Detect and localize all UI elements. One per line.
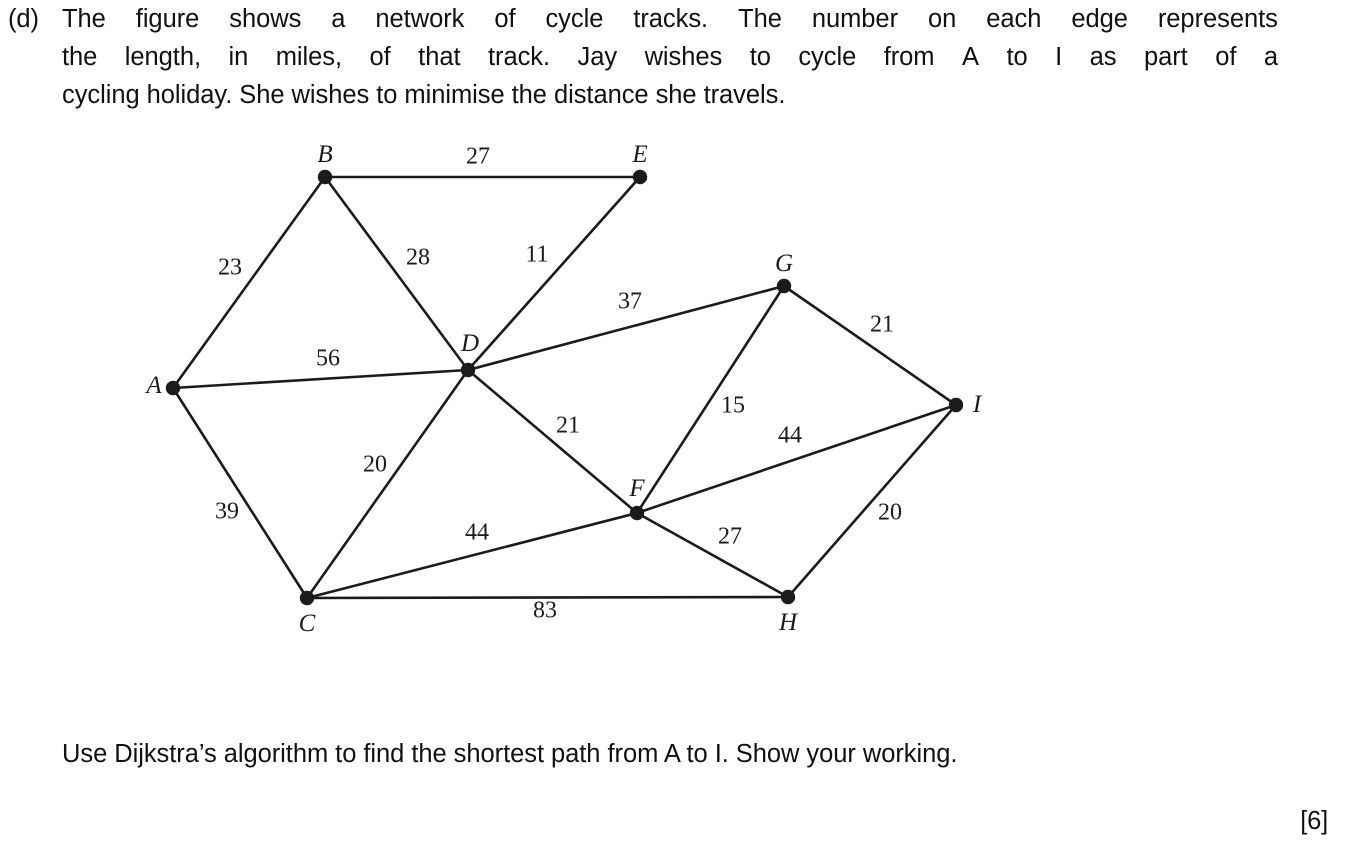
- vertex-label-b: B: [317, 141, 333, 168]
- edge-weight-f-h: 27: [718, 523, 742, 550]
- edge-weight-b-d: 28: [406, 244, 430, 271]
- graph-edge-a-b: [171, 175, 327, 390]
- graph-node-c: [299, 590, 315, 606]
- graph-edge-lines: [171, 175, 958, 600]
- graph-node-g: [776, 278, 792, 294]
- graph-edge-a-c: [171, 386, 309, 600]
- graph-edge-f-h: [635, 511, 790, 599]
- graph-node-e: [632, 169, 648, 185]
- vertex-label-i: I: [972, 391, 982, 418]
- question-part-marker: (d): [8, 5, 39, 33]
- graph-node-f: [629, 505, 645, 521]
- vertex-label-f: F: [629, 475, 645, 502]
- edge-weight-a-b: 23: [218, 254, 242, 281]
- edge-weight-h-i: 20: [878, 499, 902, 526]
- graph-edge-d-f: [466, 368, 639, 515]
- stem-line-3: cycling holiday. She wishes to minimise …: [62, 81, 786, 109]
- graph-node-dots: [165, 169, 964, 606]
- edge-weight-d-g: 37: [618, 288, 642, 315]
- question-stem: (d) The figure shows a network of cycle tracks.…: [0, 0, 1354, 114]
- vertex-label-g: G: [774, 250, 794, 277]
- vertex-label-d: D: [460, 330, 480, 357]
- vertex-label-h: H: [778, 609, 798, 636]
- graph-node-i: [948, 397, 964, 413]
- edge-weight-c-f: 44: [465, 519, 489, 546]
- graph-edge-g-i: [782, 284, 958, 407]
- graph-edge-a-d: [171, 368, 470, 390]
- graph-edge-b-d: [323, 175, 470, 372]
- graph-node-d: [460, 362, 476, 378]
- edge-weight-g-i: 21: [870, 311, 894, 338]
- edge-weight-d-f: 21: [556, 412, 580, 439]
- marks-allocation: [6]: [1300, 807, 1328, 835]
- vertex-label-e: E: [632, 141, 648, 168]
- edge-weight-c-h: 83: [533, 597, 557, 624]
- vertex-label-a: A: [146, 372, 162, 399]
- graph-node-h: [780, 589, 796, 605]
- dijkstra-instruction-text: Use Dijkstra’s algorithm to find the sho…: [62, 740, 958, 768]
- edge-weight-a-d: 56: [316, 345, 340, 372]
- edge-weight-b-e: 27: [466, 143, 490, 170]
- cycle-track-network-figure: A B C D E F G H I 23 39 56 27 28 20 44 83 11 37 21 15 44 27 21…: [0, 130, 1060, 650]
- edge-weight-c-d: 20: [363, 451, 387, 478]
- edge-weight-f-i: 44: [778, 422, 802, 449]
- question-stem-row: (d) The figure shows a network of cycle tracks.…: [0, 0, 1354, 114]
- graph-node-a: [165, 380, 181, 396]
- edge-weight-d-e: 11: [525, 241, 549, 268]
- graph-node-b: [317, 169, 333, 185]
- stem-line-1: The figure shows a network of cycle tracks. The n…: [62, 5, 1278, 33]
- graph-edge-d-e: [466, 175, 642, 372]
- question-stem-text: The figure shows a network of cycle tracks. The n…: [62, 0, 1278, 114]
- edge-weight-f-g: 15: [721, 392, 745, 419]
- vertex-label-c: C: [298, 610, 316, 637]
- edge-weight-a-c: 39: [215, 498, 239, 525]
- stem-line-2: the length, in miles, of that track. Jay wishes t…: [62, 43, 1278, 71]
